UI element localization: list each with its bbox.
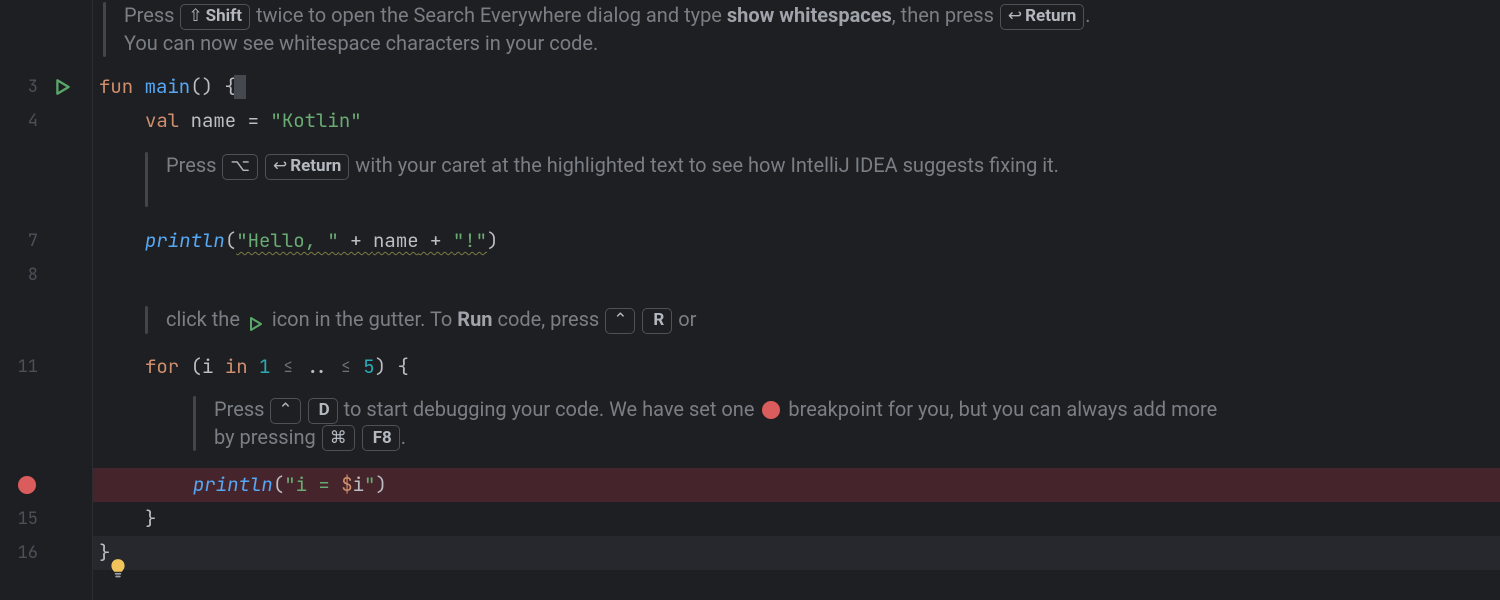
run-gutter-icon[interactable] — [54, 78, 72, 96]
code-line[interactable]: println("Hello, " + name + "!") — [93, 224, 1500, 258]
inlay-hint: ≤ — [270, 350, 305, 384]
kbd-shift: ⇧Shift — [180, 4, 250, 30]
line-number[interactable]: 8 — [0, 258, 92, 292]
run-icon — [248, 312, 264, 328]
code-line[interactable] — [93, 258, 1500, 292]
caret — [234, 75, 246, 99]
code-line[interactable]: for (i in 1 ≤ .. ≤ 5) { — [93, 350, 1500, 384]
hint-quickfix: Press ⌥ ↩Return with your caret at the h… — [145, 152, 1215, 207]
code-line[interactable]: val name = "Kotlin" — [93, 104, 1500, 138]
kbd-r: R — [642, 308, 672, 334]
kbd-f8: F8 — [362, 425, 400, 451]
code-line[interactable]: fun main() { — [93, 70, 1500, 104]
line-number[interactable]: 7 — [0, 224, 92, 258]
line-number[interactable]: 4 — [0, 104, 92, 138]
breakpoint-icon[interactable] — [18, 476, 36, 494]
line-number[interactable] — [0, 468, 92, 502]
inlay-hint: ≤ — [328, 350, 363, 384]
hint-debug: Press ⌃ D to start debugging your code. … — [193, 396, 1223, 451]
kbd-d: D — [308, 398, 338, 424]
code-editor[interactable]: 3 4 7 8 11 15 16 Press ⇧Shift twice to o… — [0, 0, 1500, 600]
code-area[interactable]: Press ⇧Shift twice to open the Search Ev… — [92, 0, 1500, 600]
line-number[interactable]: 15 — [0, 502, 92, 536]
gutter[interactable]: 3 4 7 8 11 15 16 — [0, 0, 92, 600]
code-line[interactable]: } — [93, 502, 1500, 536]
line-number[interactable]: 11 — [0, 350, 92, 384]
kbd-return: ↩Return — [265, 154, 349, 180]
kbd-cmd: ⌘ — [322, 425, 355, 451]
hint-whitespace: Press ⇧Shift twice to open the Search Ev… — [103, 2, 1123, 57]
code-line[interactable]: } — [93, 536, 1500, 570]
kbd-ctrl: ⌃ — [605, 308, 635, 334]
line-number[interactable]: 3 — [0, 70, 92, 104]
kbd-ctrl: ⌃ — [270, 398, 300, 424]
hint-run: click the icon in the gutter. To Run cod… — [145, 306, 1045, 334]
kbd-return: ↩Return — [1000, 4, 1084, 30]
line-number[interactable]: 16 — [0, 536, 92, 570]
breakpoint-icon — [762, 401, 780, 419]
intention-bulb-icon[interactable] — [109, 558, 127, 580]
code-line[interactable]: println("i = $i") — [93, 468, 1500, 502]
kbd-option: ⌥ — [222, 154, 258, 180]
